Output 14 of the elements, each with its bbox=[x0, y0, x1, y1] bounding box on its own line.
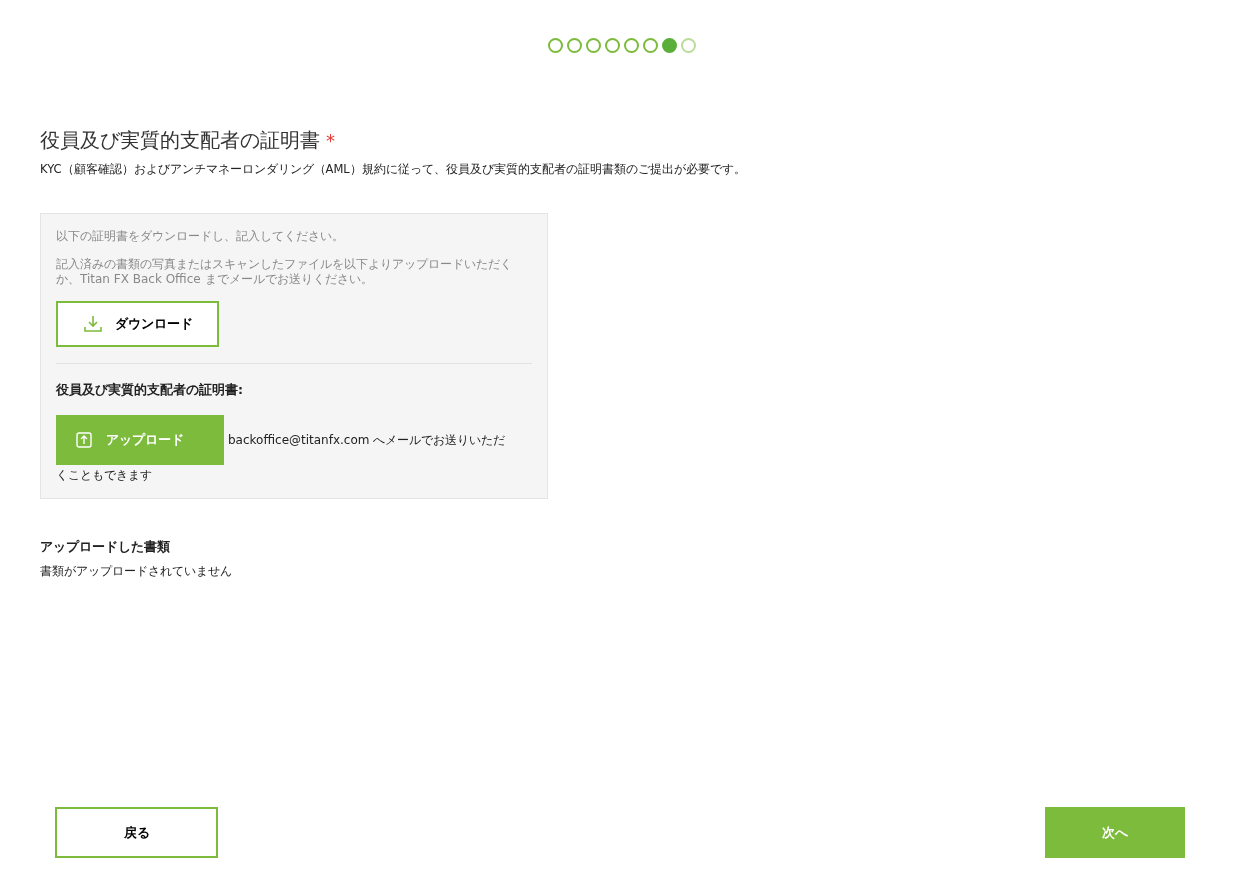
page-title: 役員及び実質的支配者の証明書 bbox=[40, 128, 320, 152]
uploaded-title: アップロードした書類 bbox=[40, 539, 171, 556]
download-button[interactable]: ダウンロード bbox=[56, 301, 219, 347]
description-text: KYC（顧客確認）およびアンチマネーロンダリング（AML）規約に従って、役員及び実質的支配者の証明書類のご提出が必要です。 bbox=[40, 162, 747, 177]
note-text: 記入済みの書類の写真またはスキャンしたファイルを以下よりアップロードいただくか、Titan FX Back Office までメールでお送りください。 bbox=[56, 257, 513, 287]
required-marker: * bbox=[326, 130, 335, 151]
upload-icon bbox=[76, 432, 92, 448]
instruction-text: 以下の証明書をダウンロードし、記入してください。 bbox=[56, 228, 345, 245]
empty-message: 書類がアップロードされていません bbox=[40, 563, 233, 580]
back-button[interactable]: 戻る bbox=[55, 807, 218, 858]
email-note: くこともできます bbox=[56, 467, 153, 484]
download-icon bbox=[82, 314, 103, 334]
email-note: backoffice@titanfx.com へメールでお送りいただ bbox=[228, 432, 506, 449]
upload-label: 役員及び実質的支配者の証明書: bbox=[56, 382, 244, 399]
